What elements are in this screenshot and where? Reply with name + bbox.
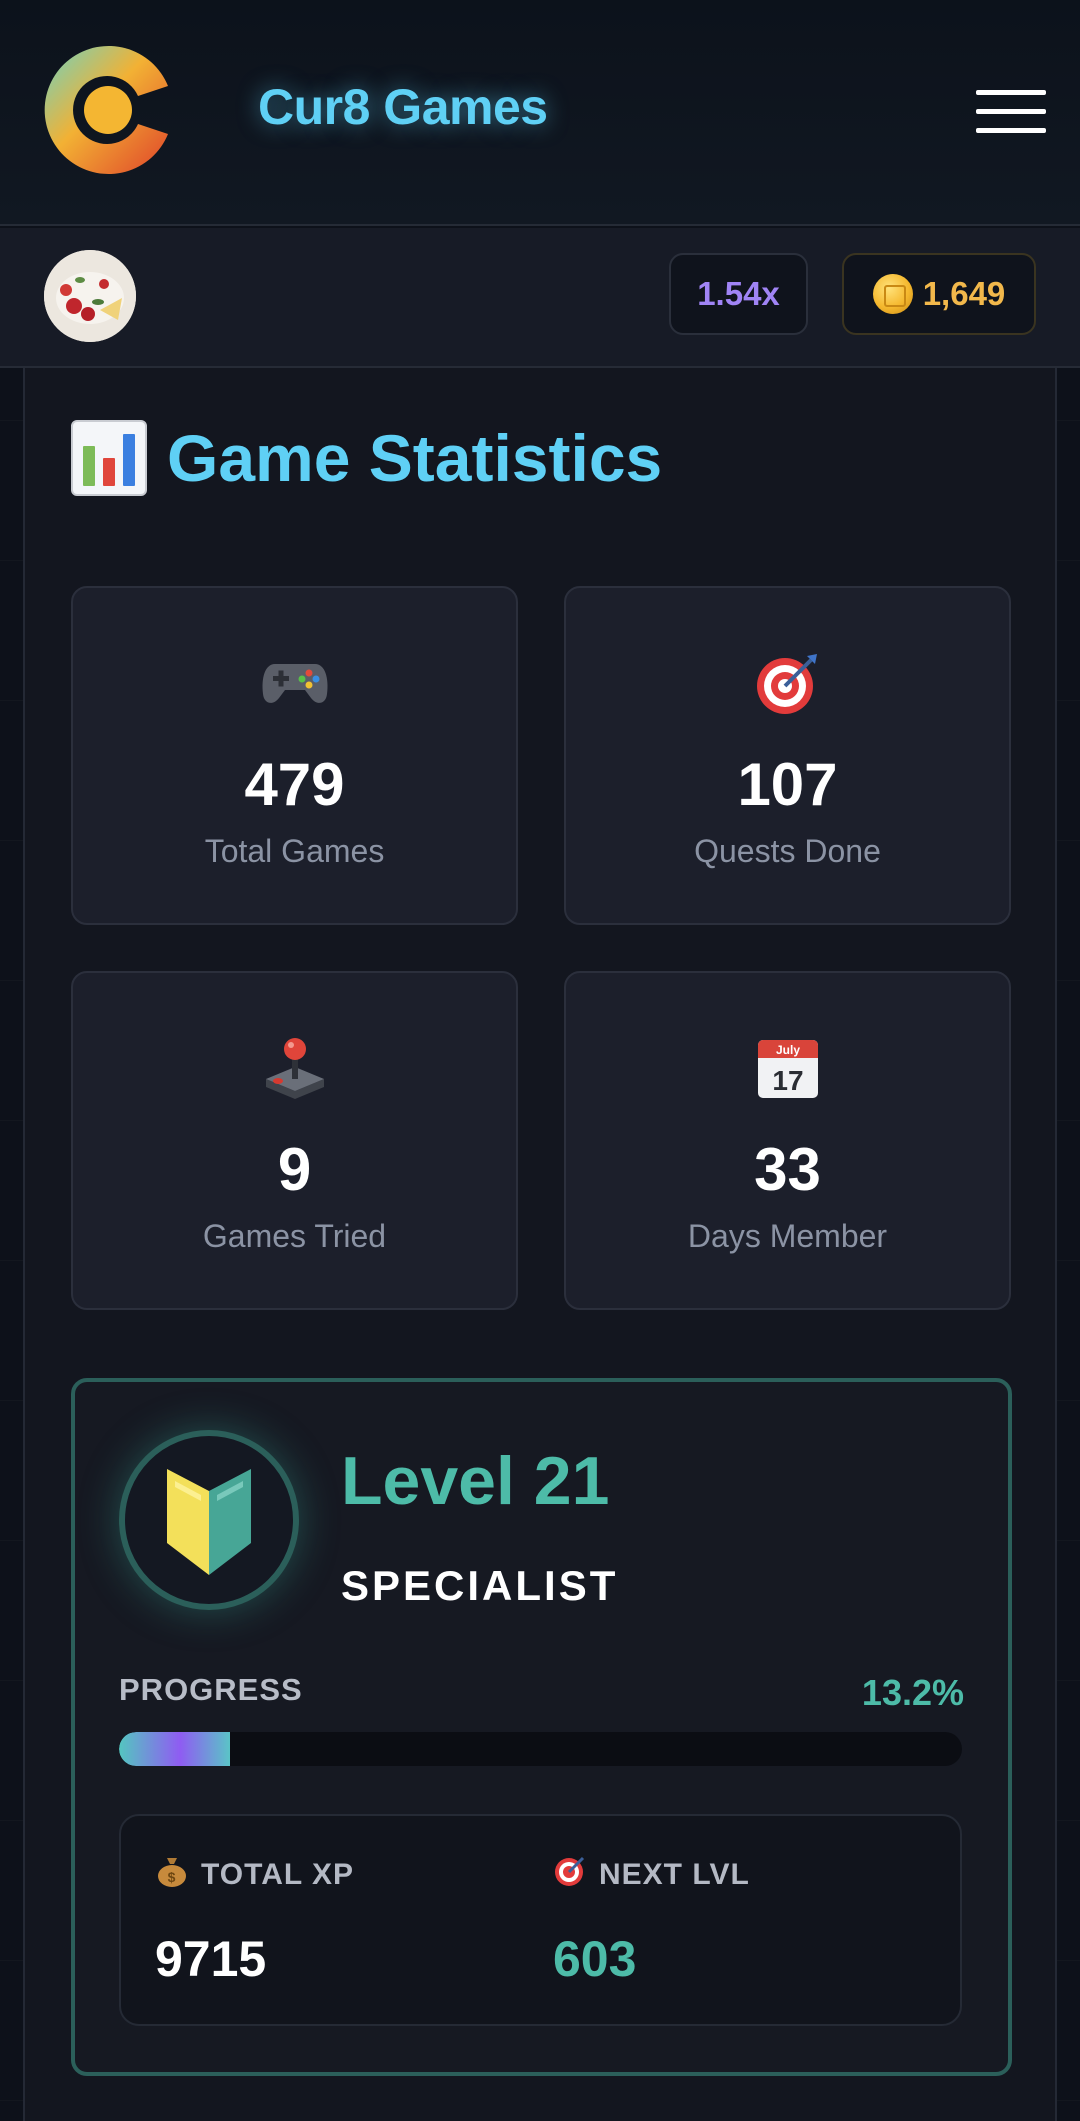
total-xp: $ TOTAL XP 9715 <box>155 1854 354 1988</box>
stat-value: 479 <box>244 751 345 818</box>
target-icon <box>566 648 1009 718</box>
total-xp-value: 9715 <box>155 1931 267 1987</box>
xp-summary: $ TOTAL XP 9715 NEXT LVL 603 <box>119 1814 962 2026</box>
money-bag-icon: $ <box>155 1854 189 1896</box>
statistics-panel: Game Statistics 479 Total Games 107 Ques… <box>23 368 1057 2121</box>
progress-bar <box>119 1732 962 1766</box>
joystick-icon <box>73 1033 516 1103</box>
coin-balance-value: 1,649 <box>922 275 1006 312</box>
svg-text:$: $ <box>168 1869 177 1885</box>
stat-label: Days Member <box>687 1218 888 1254</box>
bar-chart-icon <box>71 420 147 496</box>
section-title: Game Statistics <box>71 420 662 496</box>
calendar-month: July <box>775 1043 799 1057</box>
calendar-day: 17 <box>772 1065 803 1096</box>
stat-card-quests-done: 107 Quests Done <box>564 586 1011 925</box>
stat-card-total-games: 479 Total Games <box>71 586 518 925</box>
stat-card-days-member: July 17 33 Days Member <box>564 971 1011 1310</box>
section-title-text: Game Statistics <box>167 421 663 495</box>
stat-value: 107 <box>737 751 838 818</box>
cur8-logo[interactable] <box>34 34 186 186</box>
stat-label: Quests Done <box>694 833 881 869</box>
next-level-value: 603 <box>553 1931 637 1987</box>
beginner-shield-icon <box>119 1430 299 1610</box>
stat-card-games-tried: 9 Games Tried <box>71 971 518 1310</box>
calendar-icon: July 17 <box>566 1033 1009 1103</box>
total-xp-label: TOTAL XP <box>201 1858 355 1891</box>
xp-multiplier-badge: 1.54x <box>669 253 808 335</box>
app-header: Cur8 Games <box>0 0 1080 226</box>
hamburger-menu-icon[interactable] <box>976 88 1046 136</box>
coin-icon <box>872 274 913 314</box>
progress-percent: 13.2% <box>861 1672 964 1713</box>
level-rank: SPECIALIST <box>341 1562 619 1609</box>
stat-value: 33 <box>754 1136 821 1203</box>
stat-value: 9 <box>277 1136 312 1203</box>
target-icon <box>553 1854 587 1896</box>
stat-label: Total Games <box>204 833 385 869</box>
progress-fill <box>119 1732 231 1766</box>
coin-balance[interactable]: 1,649 <box>842 253 1036 335</box>
progress-label: PROGRESS <box>119 1672 303 1707</box>
level-title: Level 21 <box>341 1443 610 1519</box>
stat-label: Games Tried <box>202 1218 387 1254</box>
gamepad-icon <box>73 648 516 718</box>
level-card: Level 21 SPECIALIST PROGRESS 13.2% $ TOT… <box>71 1378 1012 2076</box>
avatar[interactable] <box>44 250 136 342</box>
next-level: NEXT LVL 603 <box>553 1854 750 1988</box>
user-bar: 1.54x 1,649 <box>0 228 1080 368</box>
next-level-label: NEXT LVL <box>599 1858 750 1891</box>
brand-title: Cur8 Games <box>258 79 548 135</box>
